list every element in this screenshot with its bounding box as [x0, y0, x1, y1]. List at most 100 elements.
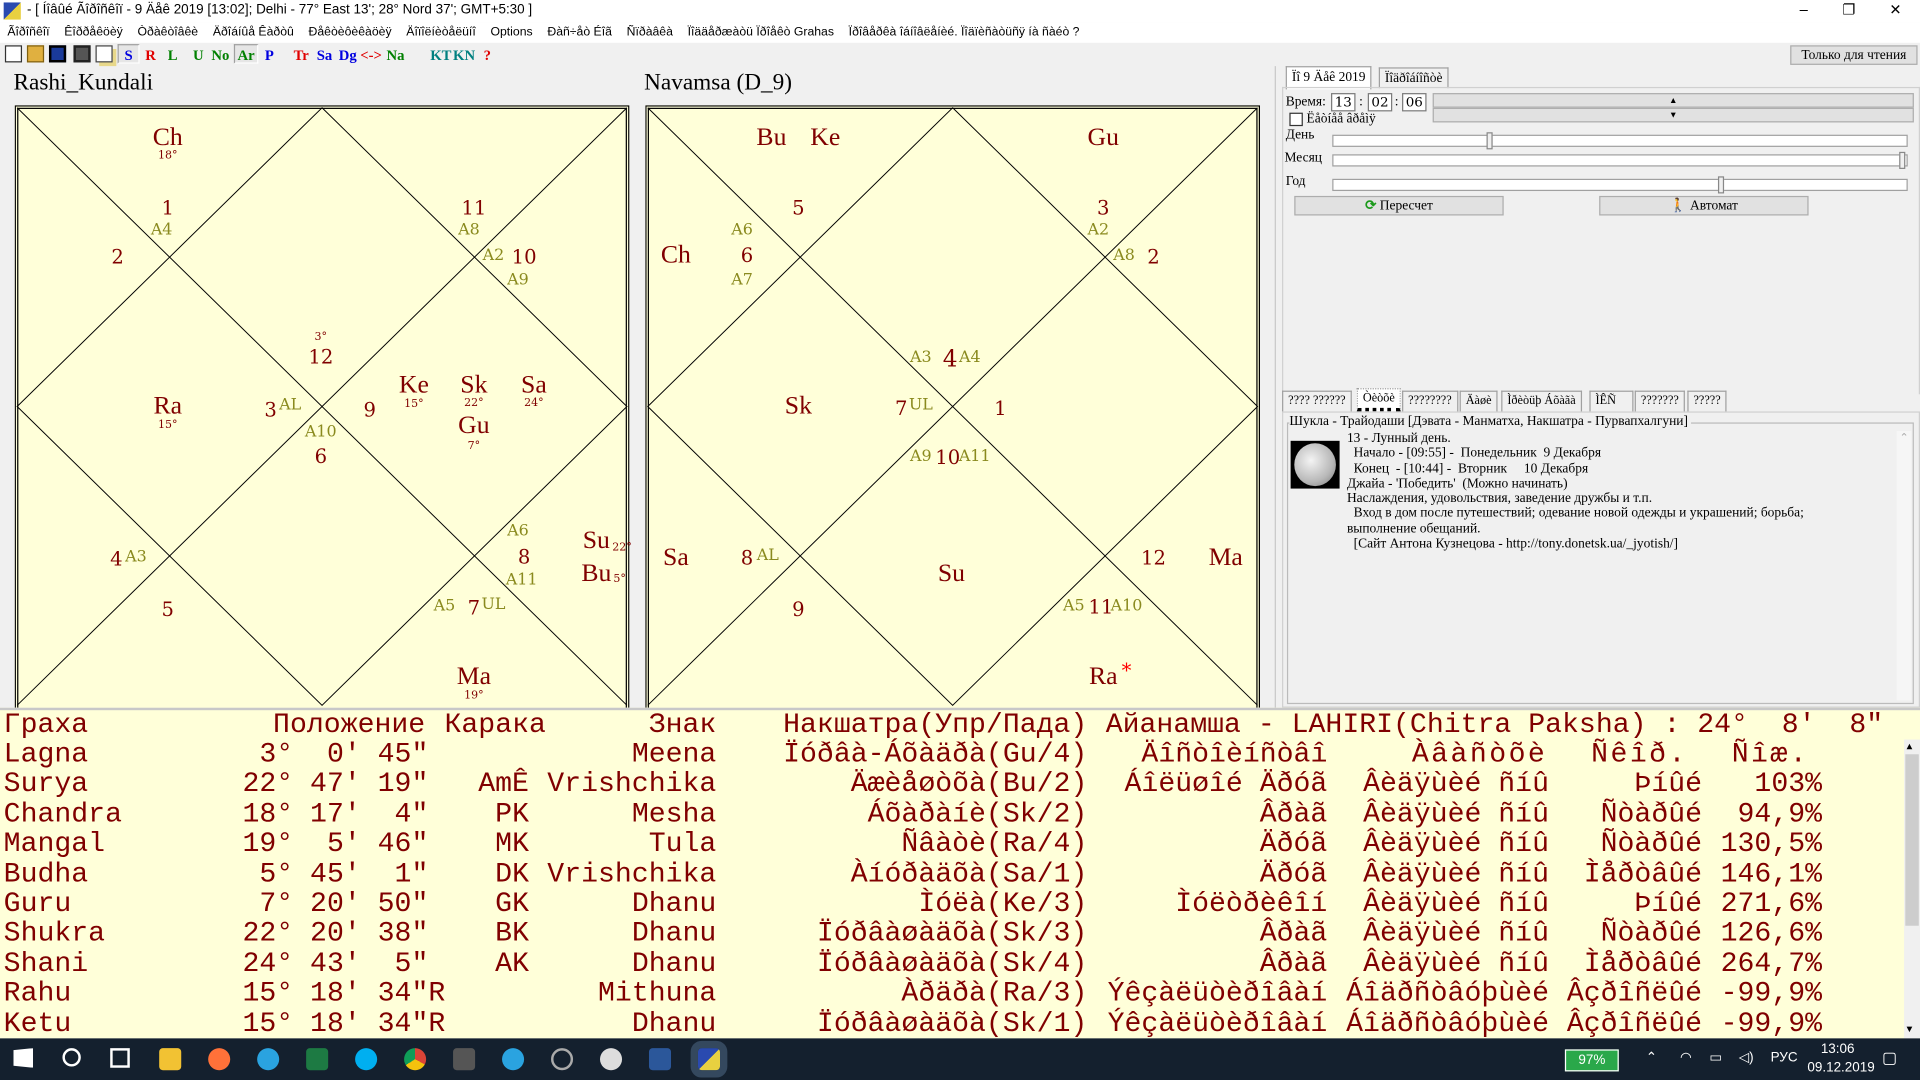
rashi-degree: 18°	[157, 150, 178, 163]
year-slider-thumb[interactable]	[1718, 176, 1725, 194]
minimize-button[interactable]: –	[1782, 0, 1826, 22]
table-row[interactable]: Guru 7° 20' 50" GK Dhanu Ìóëà(Ke/3) Ìóëòðèêî…	[0, 889, 1904, 918]
firefox-icon[interactable]	[208, 1048, 231, 1071]
word-icon[interactable]	[648, 1048, 672, 1071]
toolbar-button-kn[interactable]: KN	[452, 44, 476, 64]
info-tab-7[interactable]: ???????	[1634, 390, 1685, 412]
save-icon[interactable]	[48, 45, 67, 63]
table-scrollbar[interactable]: ▲ ▼	[1904, 739, 1920, 1039]
toolbar-button-u[interactable]: U	[187, 44, 209, 64]
clock-time[interactable]: 13:06	[1821, 1042, 1855, 1057]
spin-up-button[interactable]: ▲	[1432, 93, 1914, 108]
info-tab-tithi[interactable]: Òèòõè	[1356, 388, 1401, 412]
menu-help[interactable]: Ñïðàâêà	[619, 22, 680, 43]
info-tab-1[interactable]: ???? ??????	[1282, 390, 1352, 412]
wifi-icon[interactable]: ◠	[1680, 1049, 1692, 1066]
table-row[interactable]: Mangal 19° 5' 46" MK Tula Ñâàòè(Ra/4) Äðóã Âèä…	[0, 829, 1904, 858]
volume-icon[interactable]: ◁)	[1739, 1049, 1754, 1066]
menu-interpretations[interactable]: Òðàêòîâêè	[130, 22, 205, 43]
battery-percent-badge[interactable]: 97%	[1564, 1049, 1619, 1072]
toolbar-button-swap[interactable]: <->	[359, 44, 383, 64]
skype-icon[interactable]	[355, 1048, 378, 1071]
menu-correction[interactable]: Êîððåêöèÿ	[57, 22, 130, 43]
tab-date[interactable]: Ïî 9 Äåê 2019	[1285, 66, 1372, 90]
info-tab-dashi[interactable]: Äàøè	[1459, 390, 1498, 412]
toolbar-button-r[interactable]: R	[140, 44, 162, 64]
copy-icon[interactable]	[95, 45, 113, 63]
toolbar-button-no[interactable]: No	[208, 44, 232, 64]
dst-checkbox[interactable]	[1289, 112, 1303, 127]
table-row[interactable]: Rahu 15° 18' 34"R Mithuna Àðäðà(Ra/3) Ýêçàëü…	[0, 979, 1904, 1008]
excel-icon[interactable]	[306, 1048, 329, 1071]
table-row[interactable]: Surya 22° 47' 19" AmÊ Vrishchika Äæèåøòõà(Bu…	[0, 769, 1904, 798]
month-slider-thumb[interactable]	[1899, 151, 1906, 169]
toolbar-button-na[interactable]: Na	[383, 44, 407, 64]
toolbar-button-sa[interactable]: Sa	[313, 44, 335, 64]
table-row[interactable]: Budha 5° 45' 1" DK Vrishchika Àíóðàäõà(Sa/1…	[0, 859, 1904, 888]
telegram-icon[interactable]	[257, 1048, 280, 1071]
task-view-icon[interactable]	[110, 1048, 130, 1068]
file-explorer-icon[interactable]	[159, 1048, 182, 1071]
info-scrollbar[interactable]: ⌃	[1896, 431, 1912, 701]
menu-support[interactable]: Ïîääåðæàòü Ïðîåêò Grahas	[680, 22, 841, 43]
month-slider[interactable]	[1332, 151, 1908, 169]
recalculate-button[interactable]: ⟳ Пересчет	[1294, 195, 1504, 216]
app-paint-icon[interactable]	[600, 1048, 623, 1071]
tab-details[interactable]: Ïîäðîáíîñòè	[1378, 67, 1449, 89]
table-row[interactable]: Chandra 18° 17' 4" PK Mesha Áõàðàíè(Sk/2) Âðà…	[0, 799, 1904, 828]
toolbar-button-kt[interactable]: KT	[429, 44, 453, 64]
info-tab-mrityu-bhaga[interactable]: Ìðèòüþ Áõàãà	[1501, 390, 1582, 412]
time-seconds-input[interactable]: 06	[1402, 93, 1427, 112]
open-folder-icon[interactable]	[26, 45, 45, 63]
toolbar-button-ar[interactable]: Ar	[233, 44, 259, 64]
readonly-button[interactable]: Только для чтения	[1790, 45, 1918, 65]
calculator-icon[interactable]	[453, 1048, 476, 1071]
menu-divisional-charts[interactable]: Äðîáíûå Êàðòû	[205, 22, 301, 43]
day-slider[interactable]	[1332, 132, 1908, 150]
app-circle-icon[interactable]	[551, 1048, 574, 1071]
menu-options[interactable]: Options	[483, 22, 540, 43]
info-tab-mks[interactable]: ÌÊÑ	[1589, 390, 1634, 412]
grahas-app-icon[interactable]	[690, 1040, 728, 1078]
navamsa-chart[interactable]	[645, 105, 1261, 708]
time-minutes-input[interactable]: 02	[1367, 93, 1393, 112]
table-row[interactable]: Ketu 15° 18' 34"R Dhanu Ïóðâàøàäõà(Sk/1) Ýêç…	[0, 1008, 1904, 1037]
menu-horoscope[interactable]: Ãîðîñêîï	[0, 22, 57, 43]
toolbar-button-help[interactable]: ?	[476, 44, 498, 64]
chrome-icon[interactable]	[404, 1048, 427, 1071]
search-icon[interactable]	[62, 1048, 81, 1067]
restore-button[interactable]: ❐	[1827, 0, 1871, 22]
table-row[interactable]: Shani 24° 43' 5" AK Dhanu Ïóðâàøàäõà(Sk/4) Âð…	[0, 949, 1904, 978]
time-hours-input[interactable]: 13	[1331, 93, 1356, 112]
menu-additional[interactable]: Äîïîëíèòåëüíî	[399, 22, 483, 43]
auto-button[interactable]: 🚶 Автомат	[1599, 195, 1809, 216]
scroll-down-icon[interactable]: ▼	[1907, 1025, 1913, 1036]
toolbar-button-tr[interactable]: Tr	[290, 44, 312, 64]
clock-date[interactable]: 09.12.2019	[1807, 1060, 1874, 1075]
language-indicator[interactable]: РУС	[1771, 1051, 1798, 1066]
close-button[interactable]: ✕	[1873, 0, 1917, 22]
notifications-icon[interactable]: ▢	[1882, 1048, 1897, 1068]
telegram-2-icon[interactable]	[502, 1048, 525, 1071]
print-icon[interactable]	[73, 45, 91, 63]
toolbar-button-l[interactable]: L	[162, 44, 184, 64]
table-row[interactable]: Shukra 22° 20' 38" BK Dhanu Ïóðâàøàäõà(Sk/3)…	[0, 919, 1904, 948]
day-slider-thumb[interactable]	[1486, 132, 1493, 150]
windows-start-icon[interactable]	[13, 1048, 34, 1068]
new-document-icon[interactable]	[4, 45, 23, 63]
battery-icon[interactable]: ▭	[1709, 1049, 1722, 1066]
toolbar-button-dg[interactable]: Dg	[337, 44, 359, 64]
menu-updates[interactable]: Ïðîâåðêà îáíîâëåíèé. Ïîäïèñàòüñÿ íà ñàéò…	[841, 22, 1087, 43]
info-tab-8[interactable]: ?????	[1687, 390, 1727, 412]
tray-chevron-icon[interactable]: ⌃	[1646, 1049, 1657, 1066]
menu-rectification[interactable]: Ðåêòèôèêàöèÿ	[301, 22, 399, 43]
table-row[interactable]: Lagna 3° 0' 45" Meena Ïóðâà-Áõàäðà(Gu/4) Äî…	[0, 740, 1904, 769]
year-slider[interactable]	[1332, 176, 1908, 194]
scroll-thumb[interactable]	[1905, 754, 1919, 926]
scroll-up-icon[interactable]: ▲	[1907, 742, 1913, 753]
toolbar-button-p[interactable]: P	[258, 44, 280, 64]
toolbar-button-s[interactable]: S	[117, 44, 140, 64]
spin-down-button[interactable]: ▼	[1432, 107, 1914, 123]
info-tab-3[interactable]: ????????	[1402, 390, 1458, 412]
menu-yoga-calc[interactable]: Ðàñ÷åò Éîã	[540, 22, 619, 43]
